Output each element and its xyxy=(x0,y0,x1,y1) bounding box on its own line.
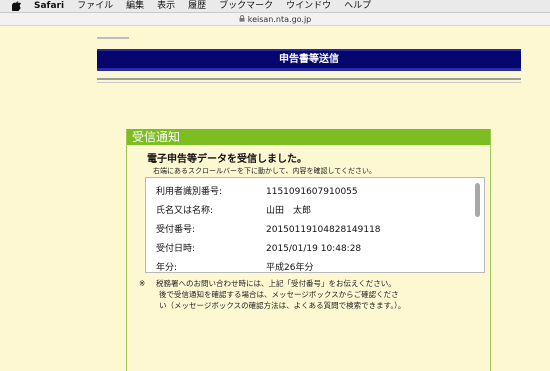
detail-row-received-at: 受付日時: 2015/01/19 10:48:28 xyxy=(156,241,361,254)
detail-label: 年分: xyxy=(156,263,178,273)
lock-icon xyxy=(239,13,245,26)
receipt-notice-header: 受信通知 xyxy=(127,129,490,145)
menu-help[interactable]: ヘルプ xyxy=(344,0,371,13)
menu-bar: Safari ファイル 編集 表示 履歴 ブックマーク ウインドウ ヘルプ xyxy=(0,0,550,13)
detail-value: 平成26年分 xyxy=(266,263,314,273)
menu-history[interactable]: 履歴 xyxy=(188,0,206,13)
menu-window[interactable]: ウインドウ xyxy=(286,0,331,13)
menu-edit[interactable]: 編集 xyxy=(126,0,144,13)
note-line: 後で受信通知を確認する場合は、メッセージボックスからご確認くださ xyxy=(159,290,399,299)
apple-menu-icon[interactable] xyxy=(12,1,22,11)
note-mark: ※ xyxy=(139,279,146,288)
menu-bookmarks[interactable]: ブックマーク xyxy=(219,0,273,13)
detail-label: 利用者識別番号: xyxy=(156,187,223,197)
details-scrollbar[interactable] xyxy=(475,183,480,269)
detail-label: 受付日時: xyxy=(156,244,196,254)
detail-label: 受付番号: xyxy=(156,225,196,235)
receipt-notice-panel: 受信通知 電子申告等データを受信しました。 右端にあるスクロールバーを下に動かし… xyxy=(126,129,491,371)
divider xyxy=(97,37,129,39)
divider xyxy=(97,82,521,83)
receipt-message: 電子申告等データを受信しました。 xyxy=(147,154,307,165)
detail-value: 1151091607910055 xyxy=(266,187,358,197)
detail-row-name: 氏名又は名称: 山田 太郎 xyxy=(156,203,311,216)
page-title: 申告書等送信 xyxy=(279,54,339,65)
detail-row-year: 年分: 平成26年分 xyxy=(156,260,314,273)
page-content: 申告書等送信 受信通知 電子申告等データを受信しました。 右端にあるスクロールバ… xyxy=(0,27,550,371)
detail-label: 氏名又は名称: xyxy=(156,206,214,216)
menu-file[interactable]: ファイル xyxy=(77,0,113,13)
detail-row-user-id: 利用者識別番号: 1151091607910055 xyxy=(156,184,358,197)
address-bar[interactable]: keisan.nta.go.jp xyxy=(0,13,550,26)
receipt-details-box[interactable]: 利用者識別番号: 1151091607910055 氏名又は名称: 山田 太郎 受付… xyxy=(145,177,485,273)
detail-value: 20150119104828149118 xyxy=(266,225,381,235)
menu-safari[interactable]: Safari xyxy=(34,0,64,13)
note-line: 税務署へのお問い合わせ時には、上記「受付番号」をお伝えください。 xyxy=(156,279,396,288)
divider xyxy=(97,78,521,80)
detail-row-receipt-number: 受付番号: 20150119104828149118 xyxy=(156,222,381,235)
scroll-instruction: 右端にあるスクロールバーを下に動かして、内容を確認してください。 xyxy=(153,167,377,175)
detail-value: 2015/01/19 10:48:28 xyxy=(266,244,362,254)
url-text: keisan.nta.go.jp xyxy=(247,15,312,24)
detail-value: 山田 太郎 xyxy=(266,206,312,216)
note-line: い（メッセージボックスの確認方法は、よくある質問で検索できます。）。 xyxy=(159,301,406,310)
page-title-banner: 申告書等送信 xyxy=(97,49,521,71)
scrollbar-thumb[interactable] xyxy=(475,183,480,217)
menu-view[interactable]: 表示 xyxy=(157,0,175,13)
